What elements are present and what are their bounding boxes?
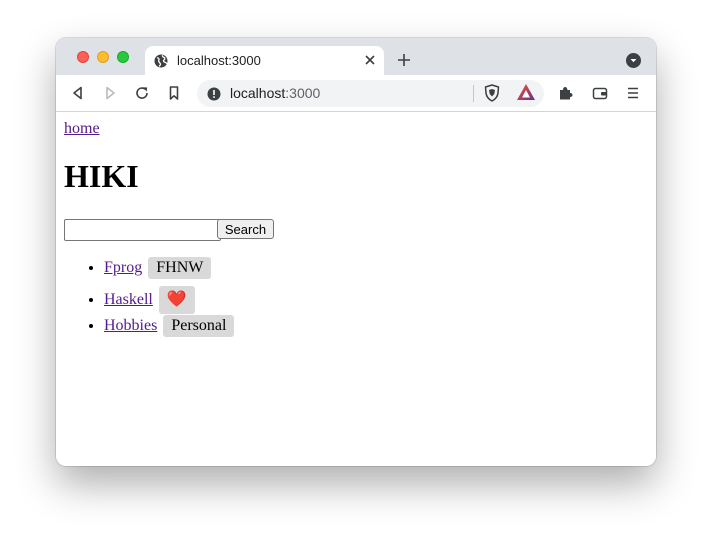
brave-shields-icon[interactable] [483,84,501,102]
plus-icon[interactable] [396,52,412,68]
tag-badge: FHNW [148,257,212,280]
globe-icon [154,54,168,68]
tab-title: localhost:3000 [177,53,261,68]
url-text: localhost:3000 [230,85,320,101]
tag-badge: ❤️ [158,286,195,315]
page-link-hobbies[interactable]: Hobbies [104,317,157,334]
address-bar-divider [473,85,474,102]
search-button[interactable]: Search [217,219,274,239]
list-item: Fprog FHNW [104,256,234,286]
browser-toolbar: localhost:3000 [56,75,656,112]
tab-strip: localhost:3000 [56,38,656,75]
list-item: Haskell ❤️ [104,286,234,315]
page-title: HIKI [64,158,139,194]
reload-icon[interactable] [134,85,150,101]
browser-tab[interactable]: localhost:3000 [145,46,384,75]
chevron-down-icon[interactable] [626,53,641,68]
list-item: Hobbies Personal [104,314,235,344]
wallet-icon[interactable] [592,85,608,101]
puzzle-icon[interactable] [558,85,574,101]
forward-icon[interactable] [102,85,118,101]
back-icon[interactable] [70,85,86,101]
close-icon[interactable] [362,52,378,68]
page-link-fprog[interactable]: Fprog [104,259,142,276]
home-link[interactable]: home [64,120,100,138]
info-icon[interactable] [207,87,221,101]
url-port: :3000 [285,85,321,101]
tag-badge: Personal [163,315,235,338]
menu-icon[interactable] [625,85,641,101]
window-minimize-button[interactable] [97,51,109,63]
search-input[interactable] [64,219,221,241]
brave-rewards-icon[interactable] [516,83,536,101]
browser-window: localhost:3000 localhost:3000 home HIKI … [56,38,656,466]
page-list: Fprog FHNW Haskell ❤️ Hobbies Personal [64,256,235,344]
window-maximize-button[interactable] [117,51,129,63]
page-content: home HIKI Search Fprog FHNW Haskell ❤️ Hob… [56,112,656,466]
url-host: localhost [230,85,286,101]
bookmark-icon[interactable] [166,85,182,101]
page-link-haskell[interactable]: Haskell [104,291,153,308]
window-close-button[interactable] [77,51,89,63]
